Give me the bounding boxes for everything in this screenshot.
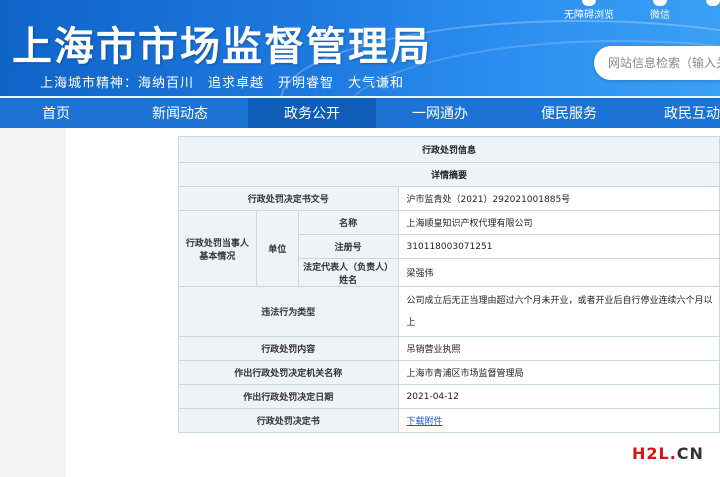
reg-label: 注册号 [297, 234, 399, 259]
site-search[interactable] [594, 46, 720, 80]
download-attachment-link[interactable]: 下载附件 [407, 417, 443, 427]
reg-value: 310118003071251 [397, 234, 720, 259]
rep-label: 法定代表人（负责人）姓名 [297, 258, 399, 287]
table-subtitle: 详情摘要 [178, 162, 720, 187]
table-row: 行政处罚决定书文号 沪市监青处（2021）292021001885号 [178, 186, 720, 211]
authority-label: 作出行政处罚决定机关名称 [178, 360, 399, 385]
nav-news[interactable]: 新闻动态 [112, 98, 248, 128]
table-row: 行政处罚信息 [178, 136, 720, 163]
top-links: 无障碍浏览 微信 [564, 0, 720, 21]
unit-label: 单位 [255, 210, 299, 287]
nav-public-service[interactable]: 便民服务 [504, 98, 634, 128]
weibo-icon [706, 0, 720, 6]
table-row: 行政处罚内容 吊销营业执照 [178, 336, 720, 361]
rep-value: 梁强伟 [397, 258, 720, 287]
h2l-watermark: H2L.CN [632, 444, 704, 463]
nav-home[interactable]: 首页 [0, 98, 112, 128]
nav-gov-affairs[interactable]: 政务公开 [248, 98, 376, 128]
table-row: 行政处罚当事人基本情况 单位 名称 上海顺皇知识产权代理有限公司 [178, 210, 720, 287]
violation-label: 违法行为类型 [178, 286, 399, 337]
name-label: 名称 [297, 210, 399, 235]
table-row: 作出行政处罚决定日期 2021-04-12 [178, 384, 720, 409]
accessibility-link[interactable]: 无障碍浏览 [564, 0, 614, 21]
table-row: 详情摘要 [178, 162, 720, 187]
nav-one-stop-service[interactable]: 一网通办 [376, 98, 504, 128]
nav-interaction[interactable]: 政民互动 [634, 98, 720, 128]
decision-label: 行政处罚决定书 [178, 408, 399, 433]
penalty-info-table: 行政处罚信息 详情摘要 行政处罚决定书文号 沪市监青处（2021）2920210… [178, 136, 720, 433]
weibo-link[interactable] [706, 0, 720, 6]
table-title: 行政处罚信息 [178, 136, 720, 163]
table-row: 作出行政处罚决定机关名称 上海市青浦区市场监督管理局 [178, 360, 720, 385]
doc-no-value: 沪市监青处（2021）292021001885号 [397, 186, 720, 211]
content-value: 吊销营业执照 [397, 336, 720, 361]
name-value: 上海顺皇知识产权代理有限公司 [397, 210, 720, 235]
content-label: 行政处罚内容 [178, 336, 399, 361]
party-label: 行政处罚当事人基本情况 [178, 210, 257, 287]
wechat-link[interactable]: 微信 [650, 0, 670, 21]
site-header: 上海市市场监督管理局 上海城市精神：海纳百川 追求卓越 开明睿智 大气谦和 无障… [0, 0, 720, 96]
city-spirit-slogan: 上海城市精神：海纳百川 追求卓越 开明睿智 大气谦和 [40, 76, 405, 91]
authority-value: 上海市青浦区市场监督管理局 [397, 360, 720, 385]
doc-no-label: 行政处罚决定书文号 [178, 186, 399, 211]
table-row: 违法行为类型 公司成立后无正当理由超过六个月未开业，或者开业后自行停业连续六个月… [178, 286, 720, 337]
site-title[interactable]: 上海市市场监督管理局 [12, 14, 432, 72]
violation-value: 公司成立后无正当理由超过六个月未开业，或者开业后自行停业连续六个月以上 [397, 286, 720, 337]
decision-cell: 下载附件 [397, 408, 720, 433]
date-label: 作出行政处罚决定日期 [178, 384, 399, 409]
table-row: 行政处罚决定书 下载附件 [178, 408, 720, 433]
main-nav: 首页 新闻动态 政务公开 一网通办 便民服务 政民互动 [0, 98, 720, 128]
date-value: 2021-04-12 [397, 384, 720, 409]
search-input[interactable] [608, 56, 720, 70]
